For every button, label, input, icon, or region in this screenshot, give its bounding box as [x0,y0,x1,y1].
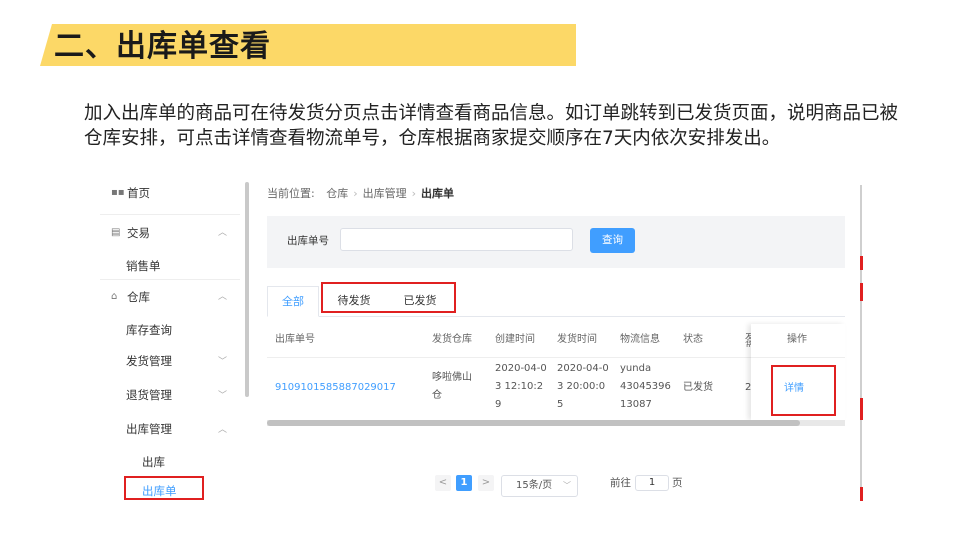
page-size-value: 15条/页 [516,480,553,491]
column-header-warehouse: 发货仓库 [432,334,472,345]
sidebar-sub-outbound[interactable]: 出库 [142,450,262,474]
cell-line: yunda [620,363,652,374]
sidebar-item-trade[interactable]: ▤ 交易 ︿ [100,220,240,246]
cell-line: 13087 [620,399,652,410]
sidebar-item-label: 退货管理 [126,388,172,402]
breadcrumb-level2[interactable]: 出库管理 [363,187,407,200]
cell-line: 5 [557,399,564,410]
highlight-box-outbound-order [124,476,204,500]
breadcrumb-level1[interactable]: 仓库 [326,187,348,200]
table-horizontal-scrollbar[interactable] [267,420,845,426]
highlight-box-tabs [321,282,456,313]
cell-shipped-time: 2020-04-0 3 20:00:0 5 [557,360,609,414]
tab-all[interactable]: 全部 [267,286,319,317]
sidebar-item-label: 交易 [127,226,150,240]
goto-prefix: 前往 [610,477,631,489]
cell-line: 哆啦佛山 [432,372,472,383]
cell-line: 9 [495,399,502,410]
breadcrumb-current: 出库单 [421,187,455,200]
column-header-created: 创建时间 [495,334,535,345]
sidebar-divider [100,214,240,215]
breadcrumb: 当前位置: 仓库 › 出库管理 › 出库单 [267,185,454,201]
breadcrumb-separator-icon: › [411,187,417,200]
chevron-down-icon: ﹀ [563,481,571,490]
sidebar-item-label: 首页 [127,186,150,200]
right-edge-divider [860,185,862,500]
main-content: 当前位置: 仓库 › 出库管理 › 出库单 出库单号 查询 全部 待发货 已发货 出库单… [258,182,862,502]
cell-line: 2020-04-0 [557,363,609,374]
goto-suffix: 页 [672,477,683,489]
search-panel: 出库单号 查询 [267,216,845,268]
cell-order-no[interactable]: 9109101585887029017 [275,379,396,397]
search-button[interactable]: 查询 [590,228,635,253]
next-page-button[interactable]: > [478,475,494,491]
column-header-operation: 操作 [787,334,807,345]
cell-line: 2020-04-0 [495,363,547,374]
sidebar-sub-inventory-query[interactable]: 库存查询 [126,318,246,342]
right-edge-red-mark [860,398,863,420]
sidebar-item-home[interactable]: ▪▪ 首页 [100,182,240,206]
breadcrumb-separator-icon: › [353,187,358,200]
cell-line: 3 20:00:0 [557,381,606,392]
sidebar-item-label: 仓库 [127,290,150,304]
row-divider [751,357,845,358]
sidebar-item-label: 发货管理 [126,354,172,368]
chevron-up-icon: ︿ [218,228,228,238]
highlight-box-detail [771,365,836,416]
current-page-button[interactable]: 1 [456,475,472,491]
slide-description: 加入出库单的商品可在待发货分页点击详情查看商品信息。如订单跳转到已发货页面，说明… [84,103,899,149]
sidebar: ▪▪ 首页 ▤ 交易 ︿ 销售单 ⌂ 仓库 ︿ 库存查询 发货管理 ﹀ 退货管理… [100,182,240,502]
chevron-up-icon: ︿ [218,292,228,302]
sidebar-sub-return-mgmt[interactable]: 退货管理 [126,383,246,407]
sidebar-sub-shipping-mgmt[interactable]: 发货管理 [126,349,246,373]
sidebar-item-warehouse[interactable]: ⌂ 仓库 ︿ [100,284,240,310]
cell-line: 43045396 [620,381,671,392]
goto-page-input[interactable]: 1 [635,475,669,491]
chevron-down-icon: ﹀ [218,357,228,367]
column-header-logistics: 物流信息 [620,334,660,345]
right-edge-red-mark [860,487,863,501]
cell-warehouse: 哆啦佛山 仓 [432,369,472,405]
search-input[interactable] [340,228,573,251]
sidebar-divider [100,279,240,280]
breadcrumb-prefix: 当前位置: [267,187,315,200]
chevron-up-icon: ︿ [218,425,228,435]
column-header-status: 状态 [683,334,703,345]
column-header-order-no: 出库单号 [275,334,315,345]
column-header-shipped: 发货时间 [557,334,597,345]
document-icon: ▤ [111,227,121,238]
cell-line: 3 12:10:2 [495,381,544,392]
app-screenshot: ▪▪ 首页 ▤ 交易 ︿ 销售单 ⌂ 仓库 ︿ 库存查询 发货管理 ﹀ 退货管理… [100,182,862,502]
warehouse-icon: ⌂ [111,291,118,302]
right-edge-red-mark [860,256,863,270]
slide-title: 二、出库单查看 [54,29,271,64]
right-edge-red-mark [860,283,863,301]
cell-line: 仓 [432,390,442,401]
cell-status: 已发货 [683,382,713,393]
search-label: 出库单号 [287,235,329,247]
sidebar-scrollbar[interactable] [245,182,249,397]
chevron-down-icon: ﹀ [218,391,228,401]
cell-logistics: yunda 43045396 13087 [620,360,671,414]
sidebar-sub-sales-order[interactable]: 销售单 [126,254,246,278]
prev-page-button[interactable]: < [435,475,451,491]
cell-created-time: 2020-04-0 3 12:10:2 9 [495,360,547,414]
grid-icon: ▪▪ [111,187,125,198]
sidebar-sub-outbound-mgmt[interactable]: 出库管理 [126,417,246,441]
page-size-select[interactable]: 15条/页 ﹀ [501,475,578,497]
sidebar-item-label: 出库管理 [126,422,172,436]
scrollbar-thumb[interactable] [267,420,800,426]
